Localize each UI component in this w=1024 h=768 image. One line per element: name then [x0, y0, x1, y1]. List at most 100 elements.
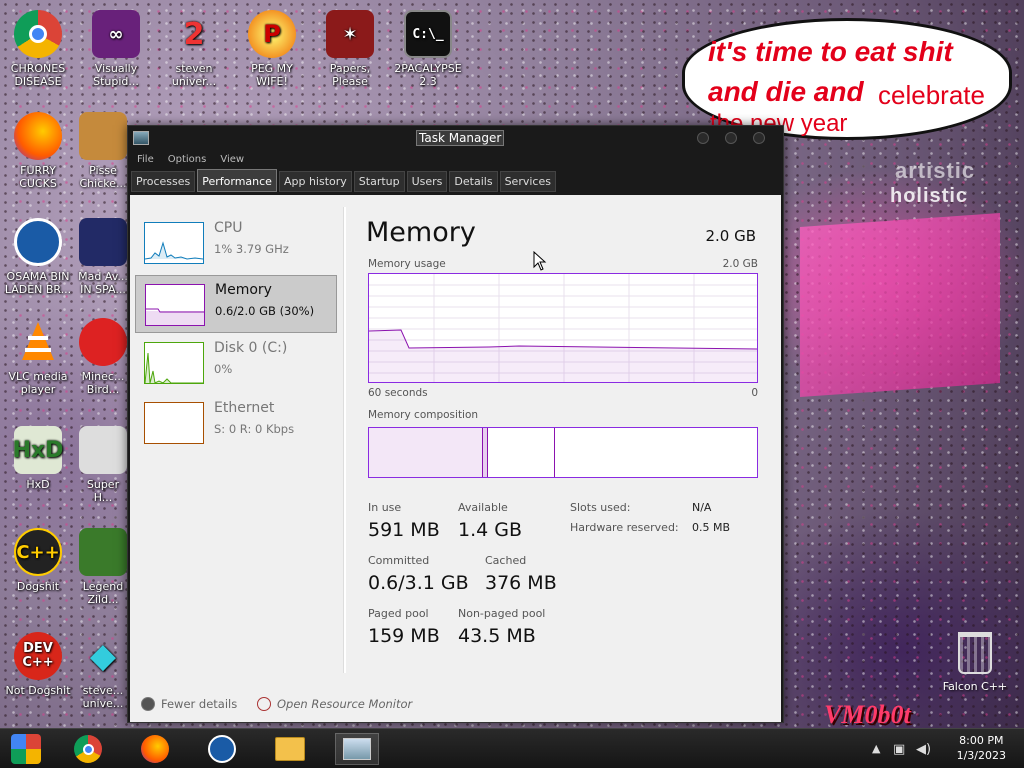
desktop-icon-chrones[interactable]: CHRONES DISEASE	[0, 10, 76, 88]
taskbar-task-manager[interactable]	[335, 733, 379, 765]
taskbar-chrome[interactable]	[68, 733, 108, 765]
tab-app-history[interactable]: App history	[278, 171, 352, 192]
clock[interactable]: 8:00 PM 1/3/2023	[957, 733, 1006, 763]
tab-details[interactable]: Details	[449, 171, 498, 192]
title-bar[interactable]: Task Manager	[128, 126, 783, 150]
menu-view[interactable]: View	[220, 154, 244, 165]
tab-users[interactable]: Users	[406, 171, 448, 192]
memory-sparkline	[145, 284, 205, 326]
dogshit-icon: C++	[14, 528, 62, 576]
watermark: VM0b0t	[824, 700, 911, 729]
tab-bar: Processes Performance App history Startu…	[128, 168, 783, 194]
bubble-line-2: and die and	[708, 76, 864, 107]
available-label: Available	[458, 501, 508, 514]
dev-cpp-icon: DEV C++	[14, 632, 62, 680]
desktop-icon-osama[interactable]: OSAMA BIN LADEN BR...	[0, 218, 76, 296]
angry-birds-space-icon	[79, 218, 127, 266]
memory-value: 0.6/2.0 GB (30%)	[215, 304, 315, 318]
desktop-icon-pisse[interactable]: Pisse Chicke...	[78, 112, 128, 190]
start-icon	[11, 734, 41, 764]
desktop-icon-super-h[interactable]: Super H...	[78, 426, 128, 504]
obama-logo-icon	[14, 218, 62, 266]
close-button[interactable]	[753, 132, 765, 144]
memory-title: Memory	[366, 217, 476, 248]
mouse-cursor-icon	[533, 251, 547, 271]
slots-used-label: Slots used:	[570, 501, 631, 514]
tab-performance[interactable]: Performance	[197, 169, 277, 192]
committed-value: 0.6/3.1 GB	[368, 572, 469, 594]
tab-services[interactable]: Services	[499, 171, 556, 192]
desktop-icon-dogshit[interactable]: C++ Dogshit	[0, 528, 76, 593]
recycle-bin-icon	[958, 632, 992, 674]
paged-pool-label: Paged pool	[368, 607, 429, 620]
task-manager-icon	[343, 738, 371, 760]
ethernet-sparkline	[144, 402, 204, 444]
open-resource-monitor-link[interactable]: Open Resource Monitor	[257, 697, 412, 711]
composition-in-use	[369, 428, 483, 477]
diamond-icon: ◆	[89, 635, 117, 676]
billboard-text-2: holistic	[890, 185, 969, 207]
menu-file[interactable]: File	[137, 154, 154, 165]
angry-bird-icon	[79, 318, 127, 366]
menu-options[interactable]: Options	[168, 154, 207, 165]
minimize-button[interactable]	[697, 132, 709, 144]
desktop-icon-hxd[interactable]: HxD HxD	[0, 426, 76, 491]
chart-time-left: 60 seconds	[368, 387, 428, 399]
desktop-icon-furry[interactable]: FURRY CUCKS	[0, 112, 76, 190]
chicken-icon	[79, 112, 127, 160]
hxd-icon: HxD	[13, 426, 63, 474]
taskbar-firefox[interactable]	[135, 733, 175, 765]
bubble-line-1: it's time to eat shit	[708, 36, 953, 67]
performance-panel: CPU 1% 3.79 GHz Memory 0.6/2.0 GB (30%) …	[130, 195, 781, 722]
desktop-icon-minec[interactable]: Minec... Bird...	[78, 318, 128, 396]
desktop-icon-falcon[interactable]: Falcon C++	[940, 632, 1010, 693]
tray-chevron-up-icon[interactable]: ▲	[872, 742, 880, 755]
cached-value: 376 MB	[485, 572, 557, 594]
taskbar-obama[interactable]	[202, 733, 242, 765]
desktop-icon-vlc[interactable]: VLC media player	[0, 318, 76, 396]
ethernet-value: S: 0 R: 0 Kbps	[214, 422, 295, 436]
panel-splitter[interactable]	[343, 207, 346, 673]
desktop-icon-peggle[interactable]: P PEG MY WIFE!	[234, 10, 310, 88]
resource-ethernet[interactable]: Ethernet S: 0 R: 0 Kbps	[135, 394, 337, 452]
resource-cpu[interactable]: CPU 1% 3.79 GHz	[135, 214, 337, 272]
network-icon[interactable]: ▣	[893, 742, 905, 757]
desktop-icon-steven-universe[interactable]: 2 steven univer...	[156, 10, 232, 88]
chrome-icon	[74, 735, 102, 763]
obama-logo-icon	[208, 735, 236, 763]
desktop-icon-steve[interactable]: ◆ steve... unive...	[78, 632, 128, 711]
desktop-icon-papers-please[interactable]: ✶ Papers, Please	[312, 10, 388, 88]
window-title: Task Manager	[416, 130, 505, 146]
volume-icon[interactable]: ◀)	[916, 742, 931, 757]
non-paged-pool-value: 43.5 MB	[458, 625, 536, 647]
resource-list: CPU 1% 3.79 GHz Memory 0.6/2.0 GB (30%) …	[130, 195, 340, 685]
memory-detail: Memory 2.0 GB Memory usage 2.0 GB 60 sec…	[366, 195, 761, 685]
chart-time-right: 0	[751, 387, 758, 399]
desktop-icon-not-dogshit[interactable]: DEV C++ Not Dogshit	[0, 632, 76, 697]
committed-label: Committed	[368, 554, 430, 567]
resource-disk[interactable]: Disk 0 (C:) 0%	[135, 334, 337, 392]
resource-memory[interactable]: Memory 0.6/2.0 GB (30%)	[135, 275, 337, 333]
start-button[interactable]	[6, 733, 46, 765]
wallpaper-billboard	[800, 213, 1000, 397]
papers-please-icon: ✶	[326, 10, 374, 58]
firefox-icon	[14, 112, 62, 160]
memory-composition-bar	[368, 427, 758, 478]
footer: Fewer details Open Resource Monitor	[130, 685, 781, 722]
tab-startup[interactable]: Startup	[353, 171, 405, 192]
taskbar-file-explorer[interactable]	[270, 733, 310, 765]
fewer-details-button[interactable]: Fewer details	[141, 697, 237, 711]
disk-name: Disk 0 (C:)	[214, 340, 288, 356]
desktop-icon-mad-av[interactable]: Mad Av... IN SPA...	[78, 218, 128, 296]
terminal-icon: C:\_	[404, 10, 452, 58]
taskbar: ▲ ▣ ◀) 8:00 PM 1/3/2023	[0, 728, 1024, 768]
cpu-sparkline	[144, 222, 204, 264]
desktop-icon-visual-studio[interactable]: ∞ Visually Stupid...	[78, 10, 154, 88]
file-explorer-icon	[275, 737, 305, 761]
task-manager-icon	[133, 131, 149, 145]
desktop-icon-legend[interactable]: Legend Zild...	[78, 528, 128, 606]
desktop-icon-2pacalypse[interactable]: C:\_ 2PACALYPSE 2.3	[390, 10, 466, 88]
tab-processes[interactable]: Processes	[131, 171, 196, 192]
maximize-button[interactable]	[725, 132, 737, 144]
in-use-label: In use	[368, 501, 402, 514]
